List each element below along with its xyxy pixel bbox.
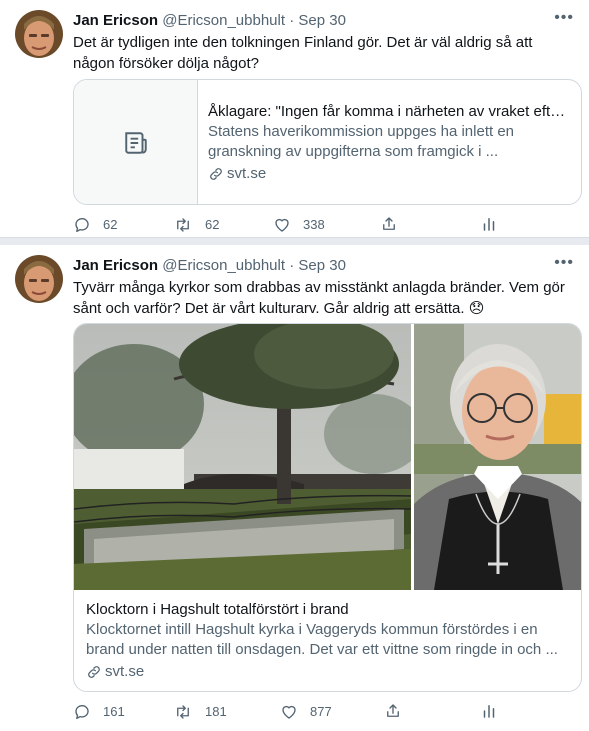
tweet-header: Jan Ericson @Ericson_ubbhult · Sep 30 ••… <box>73 10 574 31</box>
article-icon <box>125 132 147 154</box>
card-image-church-fire <box>74 324 411 590</box>
tweet-header: Jan Ericson @Ericson_ubbhult · Sep 30 ••… <box>73 255 574 276</box>
tweet-date[interactable]: Sep 30 <box>298 257 346 274</box>
reply-button[interactable]: 62 <box>73 215 117 235</box>
share-button[interactable] <box>380 215 398 233</box>
card-description: Statens haverikommission uppges ha inlet… <box>208 123 515 160</box>
card-info: Åklagare: "Ingen får komma i närheten av… <box>208 102 569 184</box>
like-button[interactable]: 338 <box>273 215 325 235</box>
reply-count: 161 <box>103 704 125 719</box>
share-icon <box>387 704 399 717</box>
reply-icon <box>75 705 89 720</box>
reply-count: 62 <box>103 217 118 232</box>
user-handle[interactable]: @Ericson_ubbhult <box>162 257 285 274</box>
card-domain-text: svt.se <box>105 663 145 680</box>
tweet-text: Det är tydligen inte den tolkningen Finl… <box>73 34 533 72</box>
card-domain: svt.se <box>208 164 569 184</box>
link-icon <box>210 168 222 180</box>
link-card[interactable]: Klocktorn i Hagshult totalförstört i bra… <box>73 323 582 692</box>
reply-button[interactable]: 161 <box>73 702 125 722</box>
more-options-icon[interactable]: ••• <box>554 10 574 31</box>
retweet-count: 62 <box>205 217 220 232</box>
avatar[interactable] <box>15 255 63 303</box>
like-count: 877 <box>310 704 332 719</box>
share-icon <box>383 217 395 230</box>
tweet-actions: 161 181 877 <box>73 702 513 722</box>
tweet[interactable]: Jan Ericson @Ericson_ubbhult · Sep 30 ••… <box>0 245 589 731</box>
user-handle[interactable]: @Ericson_ubbhult <box>162 12 285 29</box>
card-domain: svt.se <box>86 662 569 682</box>
like-button[interactable]: 877 <box>280 702 332 722</box>
tweet-divider <box>0 237 589 245</box>
card-thumbnail <box>74 80 198 204</box>
card-description: Klocktornet intill Hagshult kyrka i Vagg… <box>86 621 558 658</box>
analytics-icon <box>483 705 495 718</box>
link-card[interactable]: Åklagare: "Ingen får komma i närheten av… <box>73 79 582 205</box>
tweet-text: Tyvärr många kyrkor som drabbas av misst… <box>73 279 565 317</box>
retweet-button[interactable]: 181 <box>173 702 227 722</box>
retweet-icon <box>177 705 189 719</box>
separator-dot: · <box>289 12 295 29</box>
retweet-count: 181 <box>205 704 227 719</box>
analytics-button[interactable] <box>480 215 498 233</box>
display-name[interactable]: Jan Ericson <box>73 12 158 29</box>
heart-icon <box>282 705 296 719</box>
like-count: 338 <box>303 217 325 232</box>
tweet-date[interactable]: Sep 30 <box>298 12 346 29</box>
card-info: Klocktorn i Hagshult totalförstört i bra… <box>86 600 569 682</box>
more-options-icon[interactable]: ••• <box>554 255 574 276</box>
link-icon <box>88 666 100 678</box>
card-image-portrait <box>414 324 581 590</box>
reply-icon <box>75 218 89 233</box>
heart-icon <box>275 218 289 232</box>
analytics-button[interactable] <box>480 702 498 720</box>
card-domain-text: svt.se <box>227 165 267 182</box>
display-name[interactable]: Jan Ericson <box>73 257 158 274</box>
card-title: Klocktorn i Hagshult totalförstört i bra… <box>86 601 349 618</box>
retweet-icon <box>177 218 189 232</box>
avatar[interactable] <box>15 10 63 58</box>
separator-dot: · <box>289 257 295 274</box>
share-button[interactable] <box>384 702 402 720</box>
retweet-button[interactable]: 62 <box>173 215 219 235</box>
tweet[interactable]: Jan Ericson @Ericson_ubbhult · Sep 30 ••… <box>0 0 589 237</box>
analytics-icon <box>483 218 495 231</box>
card-title: Åklagare: "Ingen får komma i närheten av… <box>208 103 569 120</box>
tweet-actions: 62 62 338 <box>73 215 513 235</box>
